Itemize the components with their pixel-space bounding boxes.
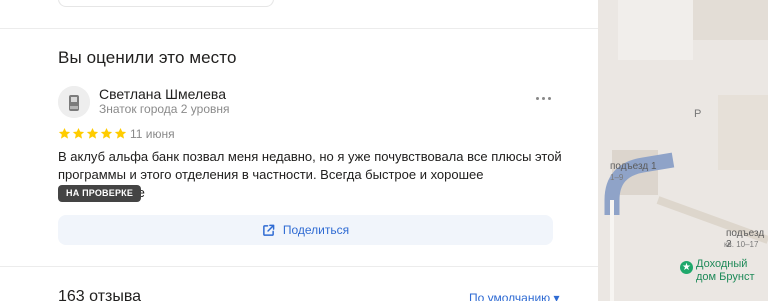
parking-label: P (694, 108, 702, 120)
share-icon (262, 224, 275, 236)
share-label: Поделиться (282, 223, 350, 237)
reviews-count: 163 отзыва (58, 288, 142, 301)
sort-label: По умолчанию (469, 291, 551, 301)
entrance-1-flats: 1–9 (610, 173, 624, 182)
review-author[interactable]: Светлана Шмелева (99, 86, 226, 102)
map-canvas (598, 0, 768, 301)
divider (0, 28, 598, 29)
author-level: Знаток города 2 уровня (99, 102, 230, 116)
review-date: 11 июня (130, 127, 175, 141)
place-panel: Вы оценили это место Светлана Шмелева Зн… (0, 0, 598, 301)
status-badge: НА ПРОВЕРКЕ (58, 185, 142, 202)
star-icon (86, 127, 99, 139)
star-icon (72, 127, 85, 139)
entrance-1-label: подъезд 1 (610, 161, 657, 172)
share-button[interactable]: Поделиться (58, 215, 553, 245)
poi-label-line2[interactable]: дом Брунст (696, 271, 754, 283)
poi-marker-icon[interactable]: ★ (680, 261, 693, 274)
poi-label-line1[interactable]: Доходный (696, 258, 747, 270)
chevron-down-icon: ▾ (553, 291, 560, 301)
previous-card (58, 0, 274, 7)
star-icon (114, 127, 127, 139)
section-title: Вы оценили это место (58, 48, 237, 67)
rating-stars (58, 127, 127, 140)
entrance-2-flats: кв. 10–17 (724, 240, 759, 249)
more-options-icon[interactable] (536, 93, 554, 103)
star-icon (100, 127, 113, 139)
map[interactable]: P подъезд 1 1–9 подъезд 2 кв. 10–17 ★ До… (598, 0, 768, 301)
avatar-image (58, 86, 90, 118)
divider (0, 266, 598, 267)
avatar[interactable] (58, 86, 90, 118)
star-icon (58, 127, 71, 139)
sort-dropdown[interactable]: По умолчанию ▾ (469, 291, 560, 301)
